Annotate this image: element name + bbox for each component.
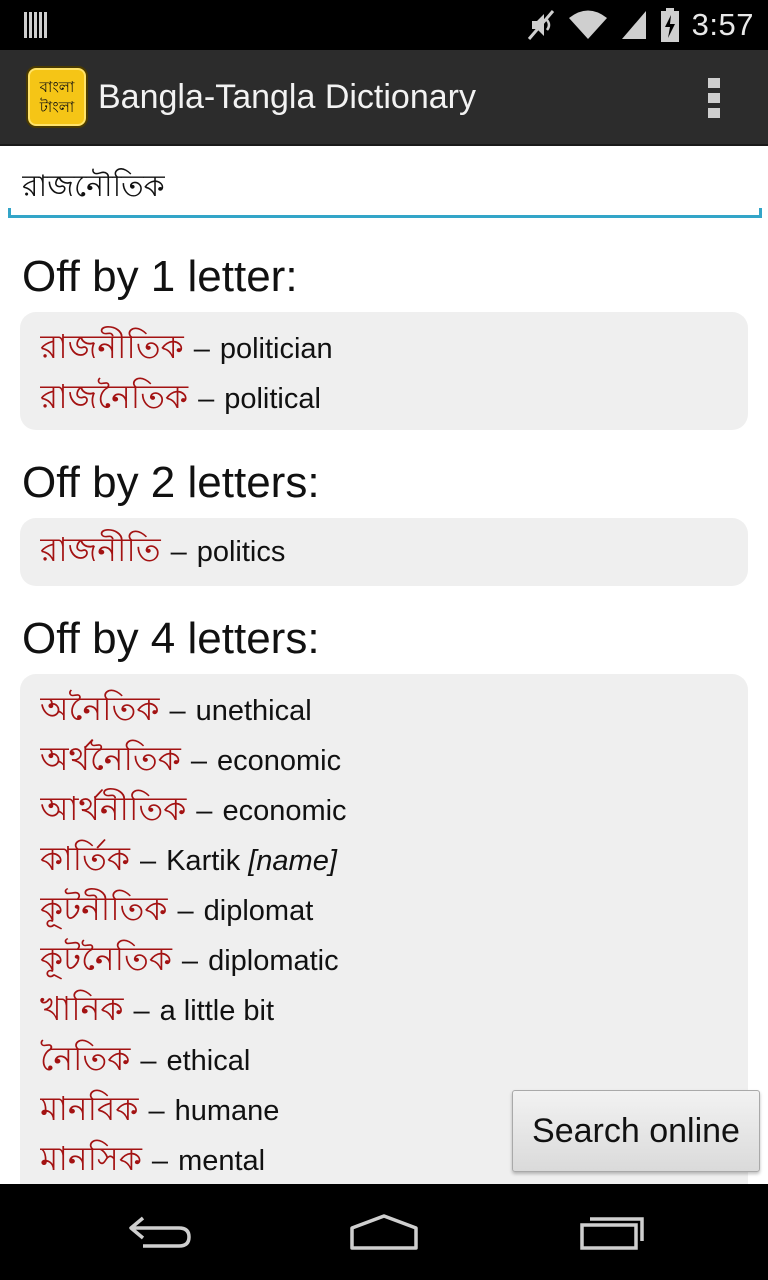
home-icon[interactable]: [344, 1210, 424, 1254]
section-title-off-by-1: Off by 1 letter:: [22, 252, 298, 301]
dash: –: [193, 332, 210, 365]
app-logo-icon[interactable]: বাংলা টাংলা: [26, 66, 88, 128]
list-item[interactable]: রাজনীতিক – politician: [40, 324, 728, 374]
action-bar: বাংলা টাংলা Bangla-Tangla Dictionary: [0, 50, 768, 146]
english-meaning: Kartik: [166, 844, 241, 877]
results-card-off-by-1: রাজনীতিক – politician রাজনৈতিক – political: [20, 312, 748, 430]
list-item[interactable]: অনৈতিক – unethical: [40, 686, 728, 736]
bangla-word: মানসিক: [40, 1139, 142, 1178]
search-online-button[interactable]: Search online: [512, 1090, 760, 1172]
dash: –: [151, 1144, 169, 1177]
list-item[interactable]: আর্থনীতিক – economic: [40, 786, 728, 836]
clock: 3:57: [691, 7, 754, 42]
section-title-off-by-2: Off by 2 letters:: [22, 458, 320, 507]
section-title-off-by-4: Off by 4 letters:: [22, 614, 320, 663]
bangla-word: কার্তিক: [40, 839, 130, 878]
bangla-word: আর্থনীতিক: [40, 789, 187, 828]
dash: –: [169, 694, 186, 727]
dash: –: [190, 744, 207, 777]
dash: –: [181, 944, 199, 977]
list-item[interactable]: রাজনৈতিক – political: [40, 374, 728, 424]
bangla-word: খানিক: [40, 989, 124, 1028]
bangla-word: রাজনৈতিক: [40, 377, 189, 416]
dash: –: [177, 894, 194, 927]
bangla-word: অনৈতিক: [40, 689, 160, 728]
dash: –: [196, 794, 213, 827]
list-item[interactable]: খানিক – a little bit: [40, 986, 728, 1036]
word-note: [name]: [248, 844, 337, 877]
english-meaning: mental: [178, 1144, 266, 1177]
list-item[interactable]: কূটনীতিক – diplomat: [40, 886, 728, 936]
english-meaning: diplomatic: [208, 944, 339, 977]
bangla-word: রাজনীতি: [40, 530, 161, 569]
english-meaning: politician: [219, 332, 333, 365]
english-meaning: political: [224, 382, 321, 415]
search-underline: [8, 208, 762, 218]
english-meaning: humane: [174, 1094, 280, 1127]
list-item[interactable]: নৈতিক – ethical: [40, 1036, 728, 1086]
dash: –: [170, 535, 187, 568]
status-bar: 3:57: [0, 0, 768, 50]
search-input[interactable]: [8, 150, 762, 216]
dash: –: [139, 844, 157, 877]
navigation-bar: [0, 1184, 768, 1280]
english-meaning: politics: [196, 535, 286, 568]
dash: –: [133, 994, 150, 1027]
app-title: Bangla-Tangla Dictionary: [98, 78, 476, 116]
mute-icon: [527, 10, 554, 40]
wifi-icon: [568, 10, 607, 39]
search-field-container: [8, 150, 762, 220]
bangla-word: কূটনৈতিক: [40, 939, 172, 978]
results-card-off-by-2: রাজনীতি – politics: [20, 518, 748, 586]
bangla-word: অর্থনৈতিক: [40, 739, 181, 778]
list-item[interactable]: রাজনীতি – politics: [40, 527, 728, 577]
overflow-menu-icon[interactable]: [708, 78, 720, 118]
english-meaning: ethical: [166, 1044, 251, 1077]
list-item[interactable]: কূটনৈতিক – diplomatic: [40, 936, 728, 986]
recent-apps-icon[interactable]: [572, 1210, 652, 1254]
battery-charging-icon: [660, 8, 679, 42]
bangla-word: মানবিক: [40, 1089, 139, 1128]
english-meaning: economic: [222, 794, 347, 827]
back-icon[interactable]: [120, 1210, 200, 1254]
app-icon-line-2: টাংলা: [39, 98, 75, 116]
english-meaning: a little bit: [159, 994, 275, 1027]
english-meaning: unethical: [195, 694, 312, 727]
notification-icon: [24, 12, 48, 38]
dash: –: [140, 1044, 157, 1077]
dash: –: [148, 1094, 165, 1127]
bangla-word: নৈতিক: [40, 1039, 131, 1078]
bangla-word: রাজনীতিক: [40, 327, 184, 366]
app-icon-line-1: বাংলা: [39, 78, 75, 96]
english-meaning: diplomat: [203, 894, 314, 927]
dash: –: [198, 382, 215, 415]
list-item[interactable]: অর্থনৈতিক – economic: [40, 736, 728, 786]
english-meaning: economic: [216, 744, 342, 777]
signal-icon: [621, 11, 646, 39]
list-item[interactable]: কার্তিক – Kartik [name]: [40, 836, 728, 886]
bangla-word: কূটনীতিক: [40, 889, 168, 928]
